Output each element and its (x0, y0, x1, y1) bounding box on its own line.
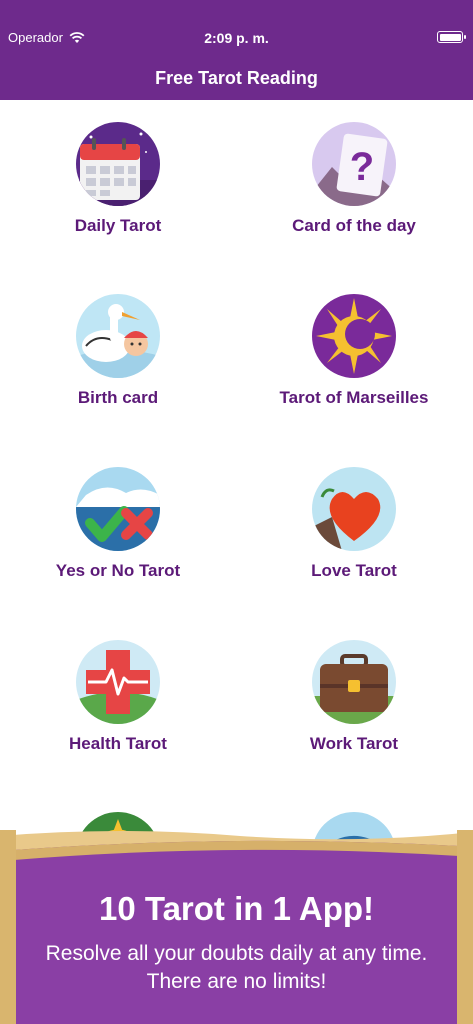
tile-card-of-the-day[interactable]: ? Card of the day (236, 100, 472, 250)
status-bar: Operador 2:09 p. m. (0, 0, 473, 56)
tile-label: Health Tarot (69, 734, 167, 753)
calendar-icon (76, 122, 160, 206)
tile-label: Tarot of Marseilles (279, 388, 429, 407)
question-card-icon: ? (312, 122, 396, 206)
tile-label: Daily Tarot (74, 216, 162, 235)
tile-label: Work Tarot (309, 734, 399, 753)
sun-moon-icon (312, 294, 396, 378)
tile-label: Love Tarot (311, 561, 397, 580)
promo-banner[interactable]: 10 Tarot in 1 App! Resolve all your doub… (0, 830, 473, 1024)
tile-label: Birth card (77, 388, 159, 407)
check-cross-icon (76, 467, 160, 551)
battery-icon (437, 31, 466, 43)
heart-icon (312, 467, 396, 551)
tile-label: Yes or No Tarot (55, 561, 181, 580)
medical-cross-icon (76, 640, 160, 724)
tile-tarot-of-marseilles[interactable]: Tarot of Marseilles (236, 272, 472, 422)
banner-subtitle: Resolve all your doubts daily at any tim… (20, 940, 453, 996)
page-title: Free Tarot Reading (155, 67, 318, 88)
banner-title: 10 Tarot in 1 App! (98, 890, 375, 927)
tile-health-tarot[interactable]: Health Tarot (0, 618, 236, 768)
tarot-grid: Daily Tarot ? Card of the day Birth card… (0, 100, 473, 896)
tile-work-tarot[interactable]: Work Tarot (236, 618, 472, 768)
tile-daily-tarot[interactable]: Daily Tarot (0, 100, 236, 250)
svg-text:?: ? (350, 145, 374, 189)
tile-love-tarot[interactable]: Love Tarot (236, 445, 472, 595)
banner-subtitle-line-2: There are no limits! (146, 970, 327, 993)
banner-subtitle-line-1: Resolve all your doubts daily at any tim… (45, 942, 428, 965)
status-time: 2:09 p. m. (204, 30, 269, 46)
nav-bar: Free Tarot Reading (0, 56, 473, 100)
tile-yes-or-no-tarot[interactable]: Yes or No Tarot (0, 445, 236, 595)
tile-birth-card[interactable]: Birth card (0, 272, 236, 422)
briefcase-icon (312, 640, 396, 724)
stork-icon (76, 294, 160, 378)
tile-label: Card of the day (292, 216, 416, 235)
